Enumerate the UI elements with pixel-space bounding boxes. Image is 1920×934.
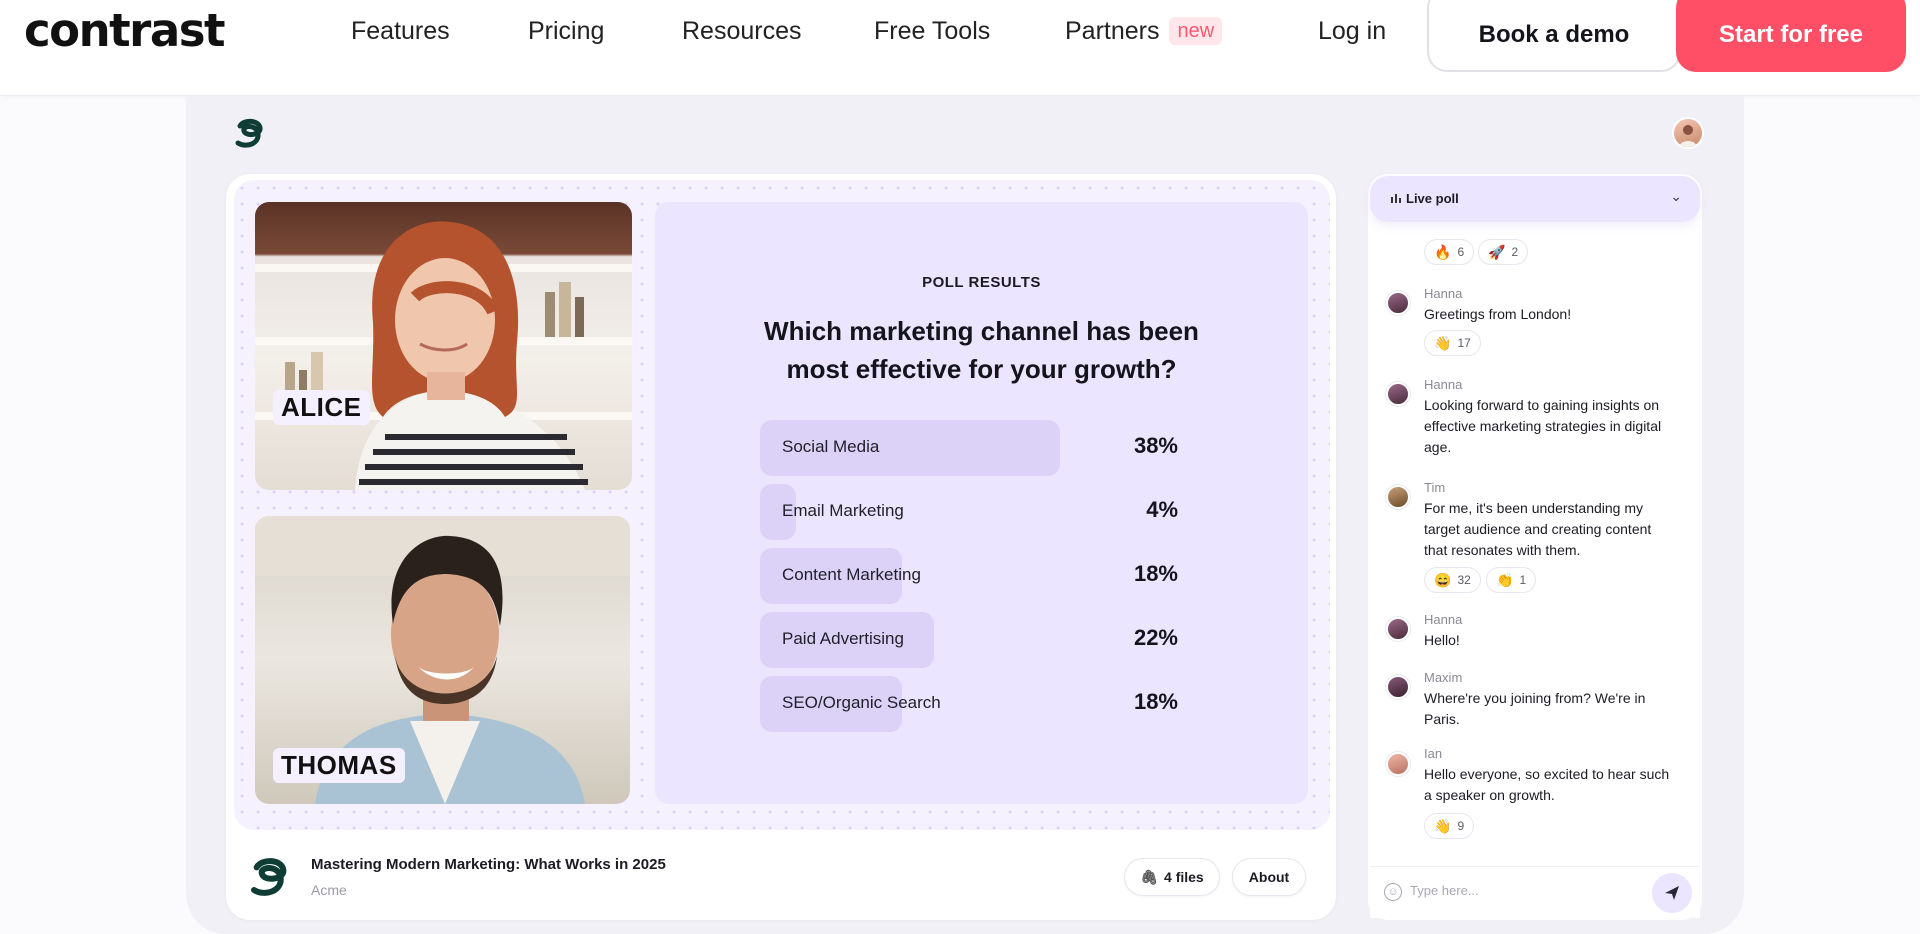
wave-emoji-icon: 👋 (1434, 334, 1452, 351)
poll-option-label: SEO/Organic Search (782, 693, 941, 712)
chevron-down-icon[interactable]: ⌄ (1670, 188, 1682, 205)
chat-author: Hanna (1424, 377, 1463, 392)
speaker-name-tag: THOMAS (273, 748, 405, 783)
nav-free-tools[interactable]: Free Tools (874, 16, 990, 46)
poll-option-percent: 38% (1133, 433, 1178, 458)
files-label: 4 files (1164, 869, 1204, 885)
session-title: Mastering Modern Marketing: What Works i… (311, 856, 666, 873)
poll-question-line: most effective for your growth? (786, 354, 1177, 384)
poll-option: Paid Advertising 22% (760, 612, 1178, 668)
reaction-count: 9 (1457, 819, 1465, 833)
organizer-logo-icon (251, 858, 287, 896)
reaction-count: 6 (1457, 245, 1465, 259)
poll-option-label: Social Media (782, 437, 880, 456)
poll-heading: POLL RESULTS (922, 274, 1041, 291)
speaker-name-tag: ALICE (273, 390, 370, 425)
laugh-emoji-icon: 😄 (1434, 571, 1452, 588)
chat-message: For me, it's been understanding my targe… (1424, 500, 1652, 558)
avatar (1386, 752, 1410, 776)
send-button[interactable] (1652, 873, 1692, 913)
paperclip-icon: 🖇 (1140, 868, 1159, 885)
live-poll-label: Live poll (1406, 191, 1459, 206)
app-logo-icon (235, 118, 263, 148)
nav-features[interactable]: Features (351, 16, 450, 46)
video-tile-alice[interactable]: ALICE (255, 202, 632, 490)
nav-pricing[interactable]: Pricing (528, 16, 604, 46)
poll-chart-icon (1391, 194, 1401, 203)
session-organizer: Acme (311, 882, 347, 898)
reaction-chip[interactable]: 👏 1 (1486, 567, 1537, 593)
chat-message: Hello everyone, so excited to hear such … (1424, 766, 1670, 803)
poll-question: Which marketing channel has been most ef… (655, 312, 1308, 388)
book-demo-button[interactable]: Book a demo (1427, 0, 1681, 72)
files-button[interactable]: 🖇 4 files (1124, 858, 1220, 896)
nav-resources[interactable]: Resources (682, 16, 802, 46)
reaction-chip[interactable]: 🚀 2 (1478, 239, 1529, 265)
poll-option-label: Email Marketing (782, 501, 904, 520)
avatar (1386, 675, 1410, 699)
chat-message: Where're you joining from? We're in Pari… (1424, 690, 1646, 727)
chat-author: Hanna (1424, 612, 1463, 627)
reaction-count: 32 (1457, 573, 1471, 587)
wave-emoji-icon: 👋 (1434, 817, 1452, 834)
rocket-emoji-icon: 🚀 (1488, 243, 1506, 260)
poll-option-percent: 18% (1133, 689, 1178, 714)
chat-author: Tim (1424, 480, 1446, 495)
poll-question-line: Which marketing channel has been (764, 316, 1199, 346)
reaction-count: 17 (1457, 336, 1471, 350)
chat-author: Ian (1424, 746, 1443, 761)
chat-message: Looking forward to gaining insights on e… (1424, 397, 1662, 455)
contrast-logo[interactable]: contrast (24, 4, 226, 57)
smiley-icon[interactable]: ☺ (1384, 883, 1402, 901)
chat-author: Maxim (1424, 670, 1463, 685)
new-badge: new (1169, 17, 1223, 45)
nav-partners[interactable]: Partners new (1065, 16, 1223, 46)
reaction-chip[interactable]: 👋 9 (1424, 813, 1475, 839)
poll-option: Content Marketing 18% (760, 548, 1178, 604)
poll-option-label: Content Marketing (782, 565, 921, 584)
chat-author: Hanna (1424, 286, 1463, 301)
login-link[interactable]: Log in (1318, 16, 1386, 46)
avatar (1386, 291, 1410, 315)
chat-input[interactable]: Type here... (1410, 883, 1479, 898)
avatar (1386, 382, 1410, 406)
start-free-button[interactable]: Start for free (1676, 0, 1906, 72)
user-avatar[interactable] (1672, 117, 1704, 149)
avatar (1386, 617, 1410, 641)
reaction-count: 1 (1519, 573, 1527, 587)
reaction-chip[interactable]: 👋 17 (1424, 330, 1481, 356)
send-icon (1665, 886, 1679, 900)
poll-option-label: Paid Advertising (782, 629, 904, 648)
avatar (1386, 485, 1410, 509)
reaction-count: 2 (1511, 245, 1519, 259)
poll-option-percent: 4% (1146, 497, 1178, 522)
poll-option-percent: 22% (1133, 625, 1178, 650)
poll-option: SEO/Organic Search 18% (760, 676, 1178, 732)
fire-emoji-icon: 🔥 (1434, 243, 1452, 260)
chat-input-bar: ☺ Type here... (1370, 866, 1700, 918)
poll-option: Email Marketing 4% (760, 484, 1178, 540)
poll-option: Social Media 38% (760, 420, 1178, 476)
about-button[interactable]: About (1232, 858, 1306, 896)
clap-emoji-icon: 👏 (1496, 571, 1514, 588)
chat-message: Greetings from London! (1424, 306, 1572, 322)
reaction-chip[interactable]: 🔥 6 (1424, 239, 1475, 265)
reaction-chip[interactable]: 😄 32 (1424, 567, 1481, 593)
poll-option-percent: 18% (1133, 561, 1178, 586)
top-nav: contrast Features Pricing Resources Free… (0, 0, 1920, 96)
video-tile-thomas[interactable]: THOMAS (255, 516, 630, 804)
alice-figure (285, 221, 588, 490)
nav-partners-label: Partners (1065, 17, 1160, 45)
live-poll-header[interactable]: Live poll ⌄ (1370, 176, 1700, 222)
chat-message: Hello! (1424, 632, 1460, 648)
